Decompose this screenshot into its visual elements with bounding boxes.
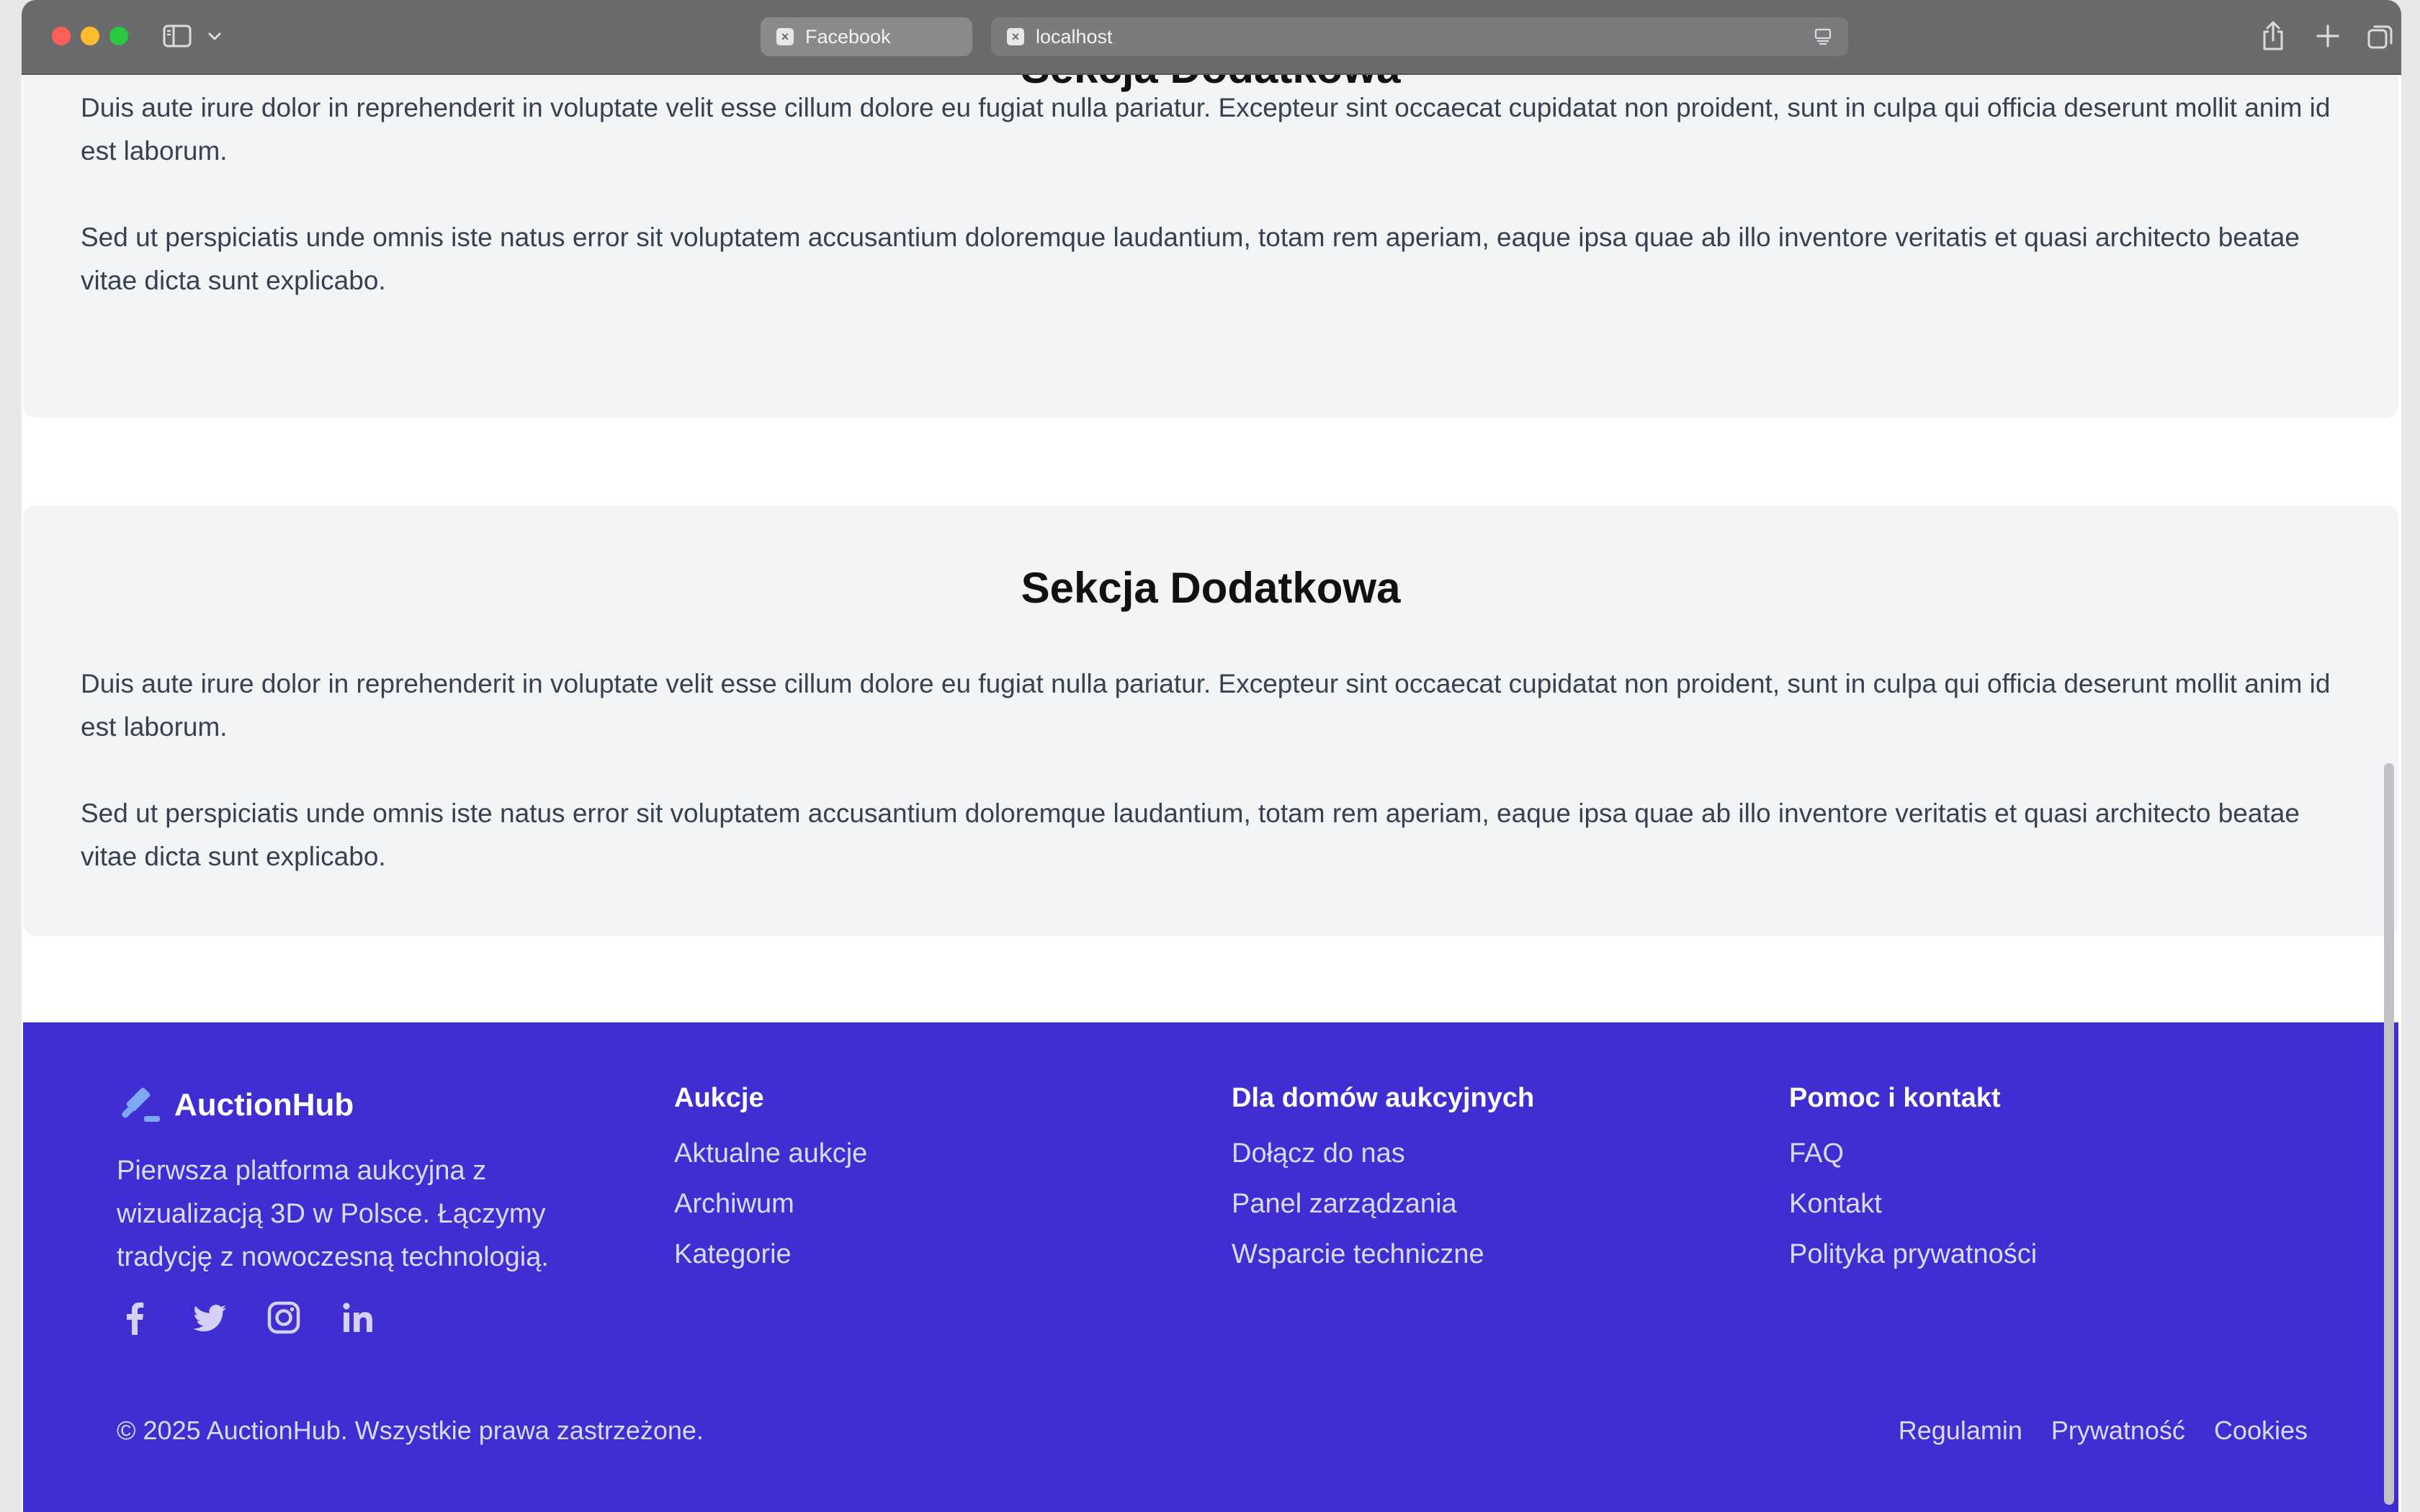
legal-link-privacy[interactable]: Prywatność (2051, 1416, 2185, 1446)
x-favicon-icon: × (1007, 28, 1024, 45)
tabs-overview-icon[interactable] (2367, 23, 2394, 50)
footer-link[interactable]: Dołącz do nas (1232, 1128, 1534, 1179)
legal-links: Regulamin Prywatność Cookies (1870, 1416, 2308, 1446)
vertical-scrollbar[interactable] (2384, 763, 2394, 1505)
footer-link[interactable]: Panel zarządzania (1232, 1179, 1534, 1229)
column-heading: Aukcje (674, 1083, 764, 1113)
twitter-icon[interactable] (191, 1299, 228, 1336)
browser-window: Sekcja Dodatkowa Duis aute irure dolor i… (22, 0, 2401, 1512)
gavel-icon (122, 1087, 160, 1122)
close-window-button[interactable] (52, 27, 71, 45)
minimize-window-button[interactable] (81, 27, 99, 45)
legal-link-cookies[interactable]: Cookies (2214, 1416, 2308, 1446)
extra-section: Sekcja Dodatkowa Duis aute irure dolor i… (23, 505, 2398, 936)
sidebar-icon[interactable] (163, 24, 192, 48)
footer-link[interactable]: Kategorie (674, 1229, 867, 1279)
footer-tagline: Pierwsza platforma aukcyjna z wizualizac… (117, 1156, 549, 1272)
zoom-window-button[interactable] (109, 27, 128, 45)
section-paragraph: Duis aute irure dolor in reprehenderit i… (81, 669, 2331, 742)
page-content: Sekcja Dodatkowa Duis aute irure dolor i… (22, 0, 2401, 1512)
site-footer: AuctionHub Pierwsza platforma aukcyjna z… (23, 1022, 2398, 1512)
footer-link[interactable]: FAQ (1789, 1128, 2037, 1179)
footer-link[interactable]: Aktualne aukcje (674, 1128, 867, 1179)
section-paragraph: Sed ut perspiciatis unde omnis iste natu… (81, 798, 2300, 871)
section-paragraph: Duis aute irure dolor in reprehenderit i… (81, 93, 2331, 166)
social-links (117, 1299, 413, 1336)
browser-toolbar: × Facebook × localhost (22, 0, 2401, 75)
tab-label: Facebook (805, 25, 891, 48)
column-heading: Pomoc i kontakt (1789, 1083, 2001, 1113)
section-paragraph: Sed ut perspiciatis unde omnis iste natu… (81, 222, 2300, 295)
linkedin-icon[interactable] (339, 1299, 377, 1336)
chevron-down-icon[interactable] (206, 27, 223, 45)
instagram-icon[interactable] (265, 1299, 302, 1336)
share-icon[interactable] (2260, 20, 2286, 52)
footer-column-auction-houses: Dla domów aukcyjnych Dołącz do nas Panel… (1232, 1083, 1534, 1279)
facebook-icon[interactable] (117, 1299, 154, 1336)
tab-label: localhost (1036, 25, 1113, 48)
brand-name: AuctionHub (174, 1087, 354, 1122)
footer-column-auctions: Aukcje Aktualne aukcje Archiwum Kategori… (674, 1083, 867, 1279)
footer-link[interactable]: Kontakt (1789, 1179, 2037, 1229)
footer-link[interactable]: Wsparcie techniczne (1232, 1229, 1534, 1279)
tab-facebook[interactable]: × Facebook (761, 17, 972, 56)
tab-localhost[interactable]: × localhost (991, 17, 1848, 56)
legal-link-terms[interactable]: Regulamin (1899, 1416, 2022, 1446)
footer-column-help: Pomoc i kontakt FAQ Kontakt Polityka pry… (1789, 1083, 2037, 1279)
footer-link[interactable]: Polityka prywatności (1789, 1229, 2037, 1279)
plus-icon[interactable] (2315, 23, 2341, 49)
x-favicon-icon: × (776, 28, 794, 45)
copyright-text: © 2025 AuctionHub. Wszystkie prawa zastr… (117, 1416, 704, 1445)
section-title: Sekcja Dodatkowa (1021, 564, 1401, 612)
reader-icon[interactable] (1814, 27, 1832, 46)
column-heading: Dla domów aukcyjnych (1232, 1083, 1535, 1113)
footer-link[interactable]: Archiwum (674, 1179, 867, 1229)
footer-brand[interactable]: AuctionHub (117, 1084, 354, 1126)
